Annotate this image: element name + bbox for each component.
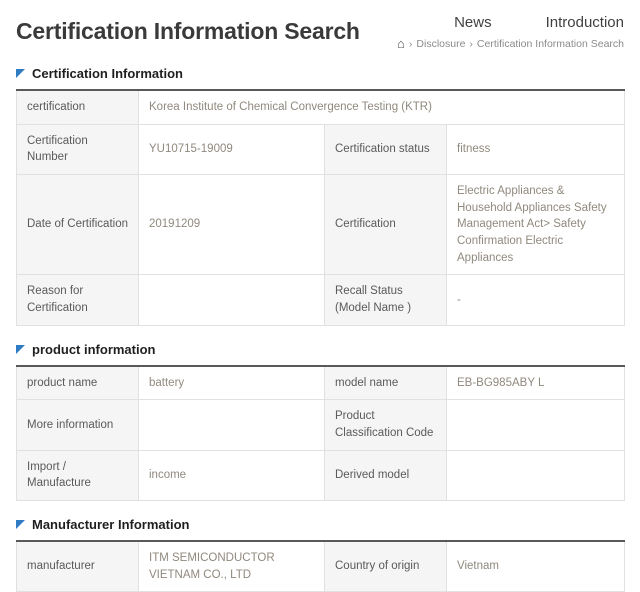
section-flag-icon bbox=[16, 520, 25, 529]
value-certification-body: Korea Institute of Chemical Convergence … bbox=[139, 90, 625, 124]
manufacturer-info-table: manufacturer ITM SEMICONDUCTOR VIETNAM C… bbox=[16, 540, 625, 592]
header: Certification Information Search News In… bbox=[16, 10, 624, 50]
value-date-of-certification: 20191209 bbox=[139, 175, 325, 275]
label-product-classification-code: Product Classification Code bbox=[325, 400, 447, 450]
certification-info-section: Certification Information certification … bbox=[16, 66, 624, 326]
breadcrumb-separator-icon: › bbox=[469, 38, 473, 50]
value-derived-model bbox=[447, 450, 625, 500]
table-row: Date of Certification 20191209 Certifica… bbox=[17, 175, 625, 275]
value-certification-number: YU10715-19009 bbox=[139, 124, 325, 174]
nav-news[interactable]: News bbox=[454, 14, 492, 31]
table-row: product name battery model name EB-BG985… bbox=[17, 366, 625, 400]
breadcrumb-separator-icon: › bbox=[409, 38, 413, 50]
value-import-manufacture: income bbox=[139, 450, 325, 500]
value-product-classification-code bbox=[447, 400, 625, 450]
page-title: Certification Information Search bbox=[16, 10, 360, 45]
label-model-name: model name bbox=[325, 366, 447, 400]
value-reason-for-certification bbox=[139, 275, 325, 325]
top-nav: News Introduction bbox=[397, 14, 624, 31]
label-derived-model: Derived model bbox=[325, 450, 447, 500]
label-reason-for-certification: Reason for Certification bbox=[17, 275, 139, 325]
breadcrumb: ⌂ › Disclosure › Certification Informati… bbox=[397, 37, 624, 50]
label-more-information: More information bbox=[17, 400, 139, 450]
section-title-manufacturer: Manufacturer Information bbox=[16, 517, 624, 532]
table-row: Reason for Certification Recall Status (… bbox=[17, 275, 625, 325]
product-info-table: product name battery model name EB-BG985… bbox=[16, 365, 625, 501]
product-info-section: product information product name battery… bbox=[16, 342, 624, 501]
nav-introduction[interactable]: Introduction bbox=[546, 14, 624, 31]
label-product-name: product name bbox=[17, 366, 139, 400]
home-icon[interactable]: ⌂ bbox=[397, 37, 405, 50]
breadcrumb-current: Certification Information Search bbox=[477, 38, 624, 50]
table-row: More information Product Classification … bbox=[17, 400, 625, 450]
table-row: Import / Manufacture income Derived mode… bbox=[17, 450, 625, 500]
section-title-label: product information bbox=[32, 342, 156, 357]
label-certification-act: Certification bbox=[325, 175, 447, 275]
page: Certification Information Search News In… bbox=[0, 0, 640, 592]
section-title-label: Manufacturer Information bbox=[32, 517, 189, 532]
table-row: Certification Number YU10715-19009 Certi… bbox=[17, 124, 625, 174]
label-certification: certification bbox=[17, 90, 139, 124]
section-title-certification: Certification Information bbox=[16, 66, 624, 81]
breadcrumb-disclosure[interactable]: Disclosure bbox=[416, 38, 465, 50]
label-import-manufacture: Import / Manufacture bbox=[17, 450, 139, 500]
header-right: News Introduction ⌂ › Disclosure › Certi… bbox=[397, 10, 624, 50]
manufacturer-info-section: Manufacturer Information manufacturer IT… bbox=[16, 517, 624, 592]
label-recall-status: Recall Status (Model Name ) bbox=[325, 275, 447, 325]
value-product-name: battery bbox=[139, 366, 325, 400]
value-certification-status-link[interactable]: fitness bbox=[447, 124, 625, 174]
label-certification-status: Certification status bbox=[325, 124, 447, 174]
section-flag-icon bbox=[16, 69, 25, 78]
label-date-of-certification: Date of Certification bbox=[17, 175, 139, 275]
label-certification-number: Certification Number bbox=[17, 124, 139, 174]
value-more-information bbox=[139, 400, 325, 450]
section-title-label: Certification Information bbox=[32, 66, 183, 81]
value-recall-status: - bbox=[447, 275, 625, 325]
section-title-product: product information bbox=[16, 342, 624, 357]
certification-info-table: certification Korea Institute of Chemica… bbox=[16, 89, 625, 326]
section-flag-icon bbox=[16, 345, 25, 354]
value-certification-act: Electric Appliances & Household Applianc… bbox=[447, 175, 625, 275]
table-row: certification Korea Institute of Chemica… bbox=[17, 90, 625, 124]
value-model-name: EB-BG985ABY L bbox=[447, 366, 625, 400]
